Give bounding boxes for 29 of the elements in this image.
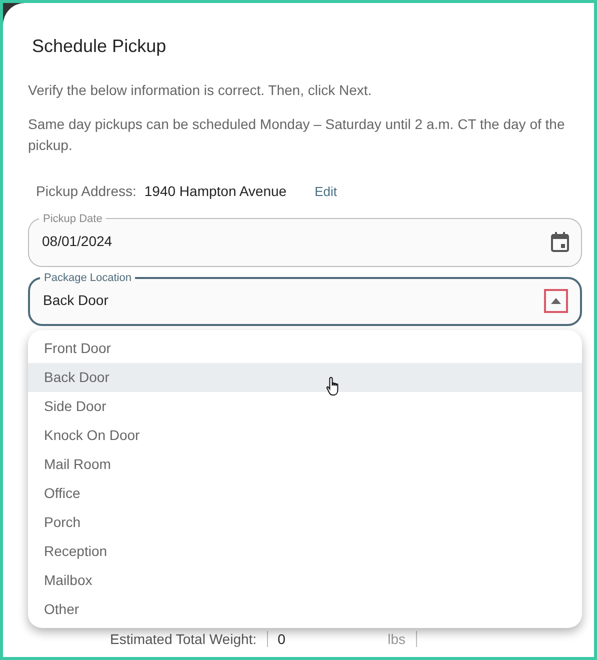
weight-field[interactable]: 0 lbs xyxy=(266,630,417,647)
pickup-note: Same day pickups can be scheduled Monday – Saturday until 2 a.m. CT the day of the pickup. xyxy=(28,115,566,155)
caret-button[interactable] xyxy=(544,288,568,313)
field-value: 08/01/2024 xyxy=(42,232,112,252)
edit-link[interactable]: Edit xyxy=(314,182,337,202)
menu-item[interactable]: Office xyxy=(28,478,582,508)
dialog-title: Schedule Pickup xyxy=(32,35,168,58)
field-value: Back Door xyxy=(43,291,108,310)
unit-label: lbs xyxy=(388,630,406,647)
menu-item[interactable]: Other xyxy=(28,594,582,624)
menu-item[interactable]: Mail Room xyxy=(28,450,582,479)
instruction-text: Verify the below information is correct. Then, click Next. xyxy=(28,81,373,100)
address-label: Pickup Address: xyxy=(36,182,136,201)
menu-item[interactable]: Reception xyxy=(28,536,582,566)
menu-item[interactable]: Knock On Door xyxy=(28,420,582,450)
menu-item[interactable]: Front Door xyxy=(28,334,582,363)
field-label: Pickup Date xyxy=(42,212,104,226)
menu-item[interactable]: Side Door xyxy=(28,392,582,421)
location-select[interactable]: Package Location Back Door xyxy=(28,270,582,326)
date-field[interactable]: Pickup Date 08/01/2024 xyxy=(28,212,582,267)
address-value: 1940 Hampton Avenue xyxy=(144,182,287,201)
menu-item[interactable]: Porch xyxy=(28,508,582,537)
field-label: Package Location xyxy=(43,270,132,285)
calendar-icon[interactable] xyxy=(551,232,569,252)
weight-label: Estimated Total Weight: xyxy=(110,630,257,647)
caret-up-icon xyxy=(551,298,561,304)
field-value: 0 xyxy=(278,630,286,647)
menu-item[interactable]: Back Door xyxy=(28,362,582,392)
menu-item[interactable]: Mailbox xyxy=(28,566,582,595)
